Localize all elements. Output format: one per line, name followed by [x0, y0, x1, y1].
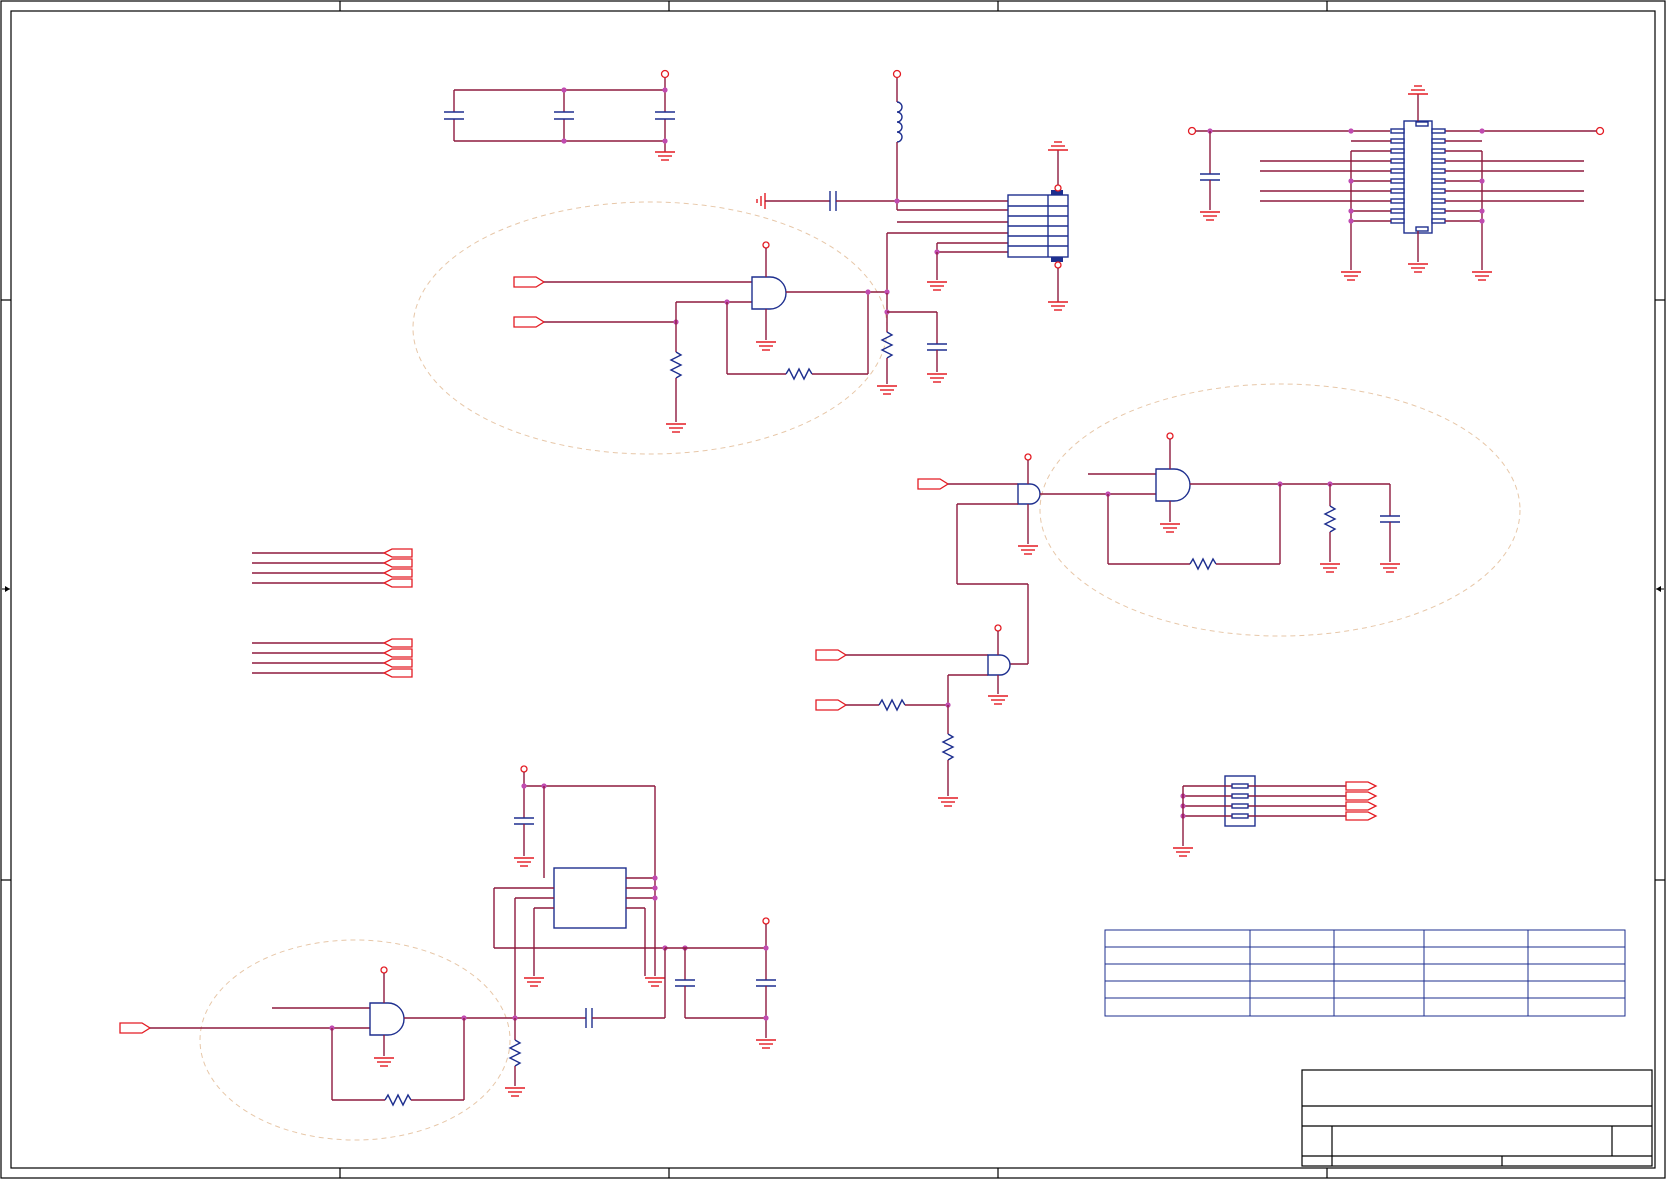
resistor-symbol: [878, 698, 906, 712]
chassis-ground-symbol: [756, 193, 766, 209]
power-rail-pin: [660, 69, 670, 79]
resistor-symbol: [785, 367, 813, 381]
capacitor-symbol: [1200, 173, 1220, 181]
ground-symbol: [938, 797, 958, 807]
ground-symbol: [756, 341, 776, 351]
capacitor-symbol: [514, 817, 534, 825]
resistor-network-ic: [1187, 85, 1605, 281]
ground-symbol: [1173, 847, 1193, 857]
annotation-zone-top: [412, 201, 888, 455]
ground-symbol: [514, 857, 534, 867]
resistor-symbol: [508, 1039, 522, 1067]
resistor-symbol: [1189, 557, 1217, 571]
resistor-symbol: [880, 331, 894, 359]
middle-logic-circuit: [815, 432, 1400, 807]
resistor-symbol: [669, 351, 683, 379]
bottom-ic-circuit: [119, 765, 776, 1107]
capacitor-symbol: [756, 979, 776, 987]
capacitor-symbol: [655, 111, 675, 120]
ground-symbol: [1472, 271, 1492, 281]
and-gate-symbol: [987, 654, 1011, 676]
left-arrow-icon: [2, 586, 10, 592]
ground-symbol: [524, 977, 544, 987]
input-port-symbol: [513, 276, 546, 288]
ground-symbol: [1048, 301, 1068, 311]
capacitor-symbol: [585, 1008, 593, 1028]
capacitor-symbol: [829, 191, 837, 211]
input-port-symbol: [917, 478, 950, 490]
and-gate-symbol: [369, 1002, 405, 1036]
ground-symbol: [756, 1039, 776, 1049]
ground-symbol: [877, 385, 897, 395]
capacitor-symbol: [444, 111, 464, 120]
right-arrow-icon: [1656, 586, 1664, 592]
capacitor-symbol: [1380, 515, 1400, 523]
schematic-canvas: [0, 0, 1666, 1179]
ground-symbol: [1018, 545, 1038, 555]
ground-symbol: [655, 151, 675, 161]
input-port-symbol: [513, 316, 546, 328]
connector-section: [756, 69, 1069, 311]
ground-symbol: [1341, 271, 1361, 281]
ground-symbol: [1380, 563, 1400, 573]
capacitor-symbol: [554, 111, 574, 120]
ground-symbol: [1048, 141, 1068, 151]
ic-body: [553, 867, 627, 929]
jumper-header: [1173, 775, 1378, 857]
schematic-sheet: [0, 0, 1667, 1180]
resistor-symbol: [384, 1093, 412, 1107]
ground-symbol: [927, 281, 947, 291]
ground-symbol: [1160, 523, 1180, 533]
ic-right-pins: [1431, 128, 1446, 224]
resistor-symbol: [941, 733, 955, 761]
ground-symbol: [645, 977, 665, 987]
ic-left-pins: [1390, 128, 1405, 224]
ground-symbol: [927, 373, 947, 383]
ground-symbol: [988, 695, 1008, 705]
ground-symbol: [1200, 211, 1220, 221]
decoupling-capacitor-bank: [444, 69, 675, 161]
top-gate-circuit: [513, 241, 947, 433]
and-gate-symbol: [1017, 483, 1041, 505]
ground-symbol: [1320, 563, 1340, 573]
ground-symbol: [1408, 263, 1428, 273]
ic-body: [1403, 120, 1433, 234]
ground-symbol: [374, 1057, 394, 1067]
input-port-symbol: [119, 1022, 152, 1034]
bus-port-group-1: [252, 548, 413, 588]
input-port-symbol: [815, 699, 848, 711]
revision-table: [1104, 929, 1626, 1017]
capacitor-symbol: [927, 343, 947, 351]
capacitor-symbol: [675, 979, 695, 987]
resistor-symbol: [1323, 505, 1337, 533]
inductor-symbol: [896, 101, 903, 143]
and-gate-symbol: [1155, 468, 1191, 502]
ground-symbol: [666, 423, 686, 433]
ground-symbol: [1408, 85, 1428, 95]
input-port-symbol: [815, 649, 848, 661]
and-gate-symbol: [751, 276, 787, 310]
bus-port-group-2: [252, 638, 413, 678]
title-block: [1301, 1069, 1653, 1167]
ground-symbol: [505, 1087, 525, 1097]
